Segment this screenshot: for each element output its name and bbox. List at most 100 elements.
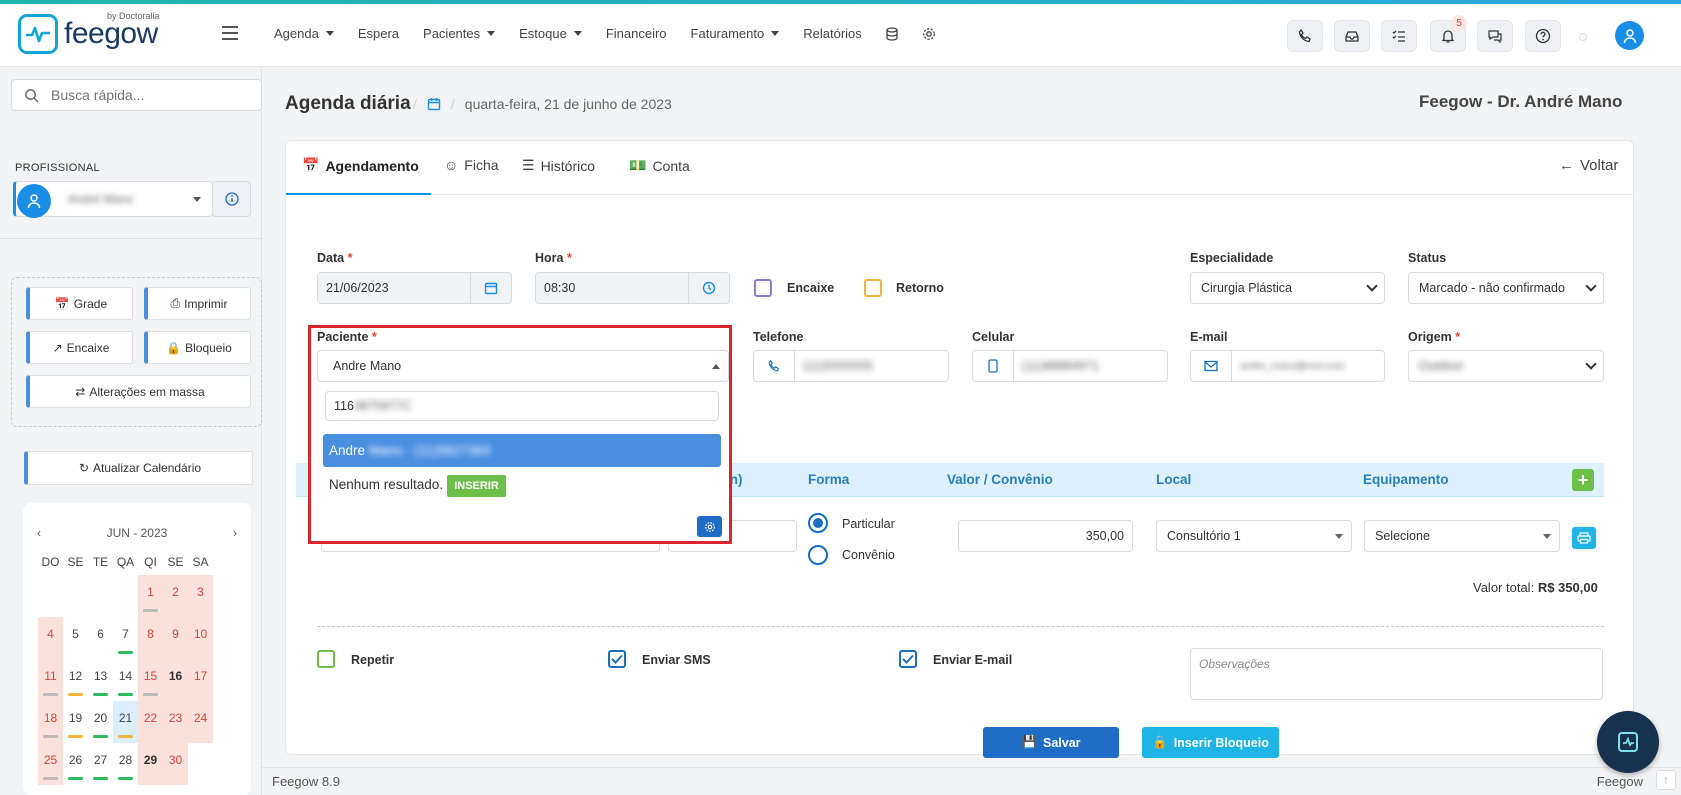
nav-pacientes[interactable]: Pacientes [423, 26, 496, 41]
calendar-day[interactable]: 4 [38, 617, 63, 659]
database-icon[interactable] [886, 26, 898, 41]
calendar-day[interactable]: 7 [113, 617, 138, 659]
bloqueio-button[interactable]: 🔒 Bloqueio [144, 331, 251, 364]
calendar-day[interactable]: 15 [138, 659, 163, 701]
user-avatar[interactable] [1615, 21, 1644, 50]
especialidade-select[interactable]: Cirurgia Plástica [1190, 272, 1385, 304]
repetir-checkbox[interactable] [317, 650, 335, 668]
nav-faturamento[interactable]: Faturamento [691, 26, 780, 41]
calendar-day[interactable]: 2 [163, 575, 188, 617]
telefone-value: (11)5555555 [803, 359, 873, 373]
tasks-button[interactable] [1381, 20, 1417, 52]
column-header: Forma [808, 472, 850, 487]
notifications-button[interactable]: 5 [1430, 15, 1467, 52]
hora-input[interactable]: 08:30 [535, 272, 689, 304]
quick-search[interactable] [11, 79, 262, 111]
scroll-top-button[interactable]: ↑ [1656, 770, 1676, 790]
calendar-day[interactable]: 27 [88, 743, 113, 785]
nav-estoque[interactable]: Estoque [519, 26, 582, 41]
nav-relatorios[interactable]: Relatórios [803, 26, 862, 41]
calendar-day[interactable]: 20 [88, 701, 113, 743]
calendar-day[interactable]: 9 [163, 617, 188, 659]
tab-historico[interactable]: ☰ Histórico [522, 157, 595, 174]
profissional-info-button[interactable] [212, 181, 251, 217]
local-select[interactable]: Consultório 1 [1156, 520, 1352, 552]
nav-financeiro[interactable]: Financeiro [606, 26, 667, 41]
salvar-button[interactable]: 💾 Salvar [983, 727, 1119, 758]
alteracoes-button[interactable]: ⇄ Alterações em massa [26, 375, 251, 408]
calendar-day[interactable]: 3 [188, 575, 213, 617]
support-chat-button[interactable] [1597, 711, 1659, 773]
calendar-day[interactable]: 1 [138, 575, 163, 617]
valor-input[interactable]: 350,00 [958, 520, 1133, 552]
email-checkbox[interactable] [899, 650, 917, 668]
atualizar-calendario-button[interactable]: ↻ Atualizar Calendário [24, 451, 253, 485]
button-label: Atualizar Calendário [93, 461, 202, 475]
tab-conta[interactable]: 💵 Conta [629, 157, 690, 174]
encaixe-button[interactable]: ↗ Encaixe [26, 331, 133, 364]
inbox-button[interactable] [1334, 20, 1370, 52]
back-button[interactable]: ← Voltar [1559, 157, 1618, 174]
textarea-placeholder: Observações [1199, 657, 1270, 671]
time-picker-button[interactable] [688, 272, 730, 304]
calendar-day[interactable]: 6 [88, 617, 113, 659]
calendar-day[interactable]: 23 [163, 701, 188, 743]
calendar-day[interactable]: 8 [138, 617, 163, 659]
calendar-day[interactable]: 25 [38, 743, 63, 785]
equipamento-select[interactable]: Selecione [1364, 520, 1560, 552]
email-input[interactable]: andre_mano@mor.com [1231, 350, 1385, 382]
calendar-day[interactable]: 18 [38, 701, 63, 743]
calendar-day[interactable]: 24 [188, 701, 213, 743]
help-button[interactable] [1525, 20, 1561, 52]
telefone-input[interactable]: (11)5555555 [794, 350, 949, 382]
email-label: E-mail [1190, 330, 1228, 344]
date-picker-button[interactable] [470, 272, 512, 304]
phone-button[interactable] [1287, 20, 1323, 52]
gear-icon[interactable] [922, 27, 936, 41]
nav-espera[interactable]: Espera [358, 26, 399, 41]
add-procedure-button[interactable]: + [1572, 469, 1594, 491]
calendar-day[interactable]: 28 [113, 743, 138, 785]
calendar-day[interactable]: 30 [163, 743, 188, 785]
profissional-label: PROFISSIONAL [15, 162, 100, 174]
convenio-radio[interactable] [808, 545, 828, 565]
calendar-day[interactable]: 29 [138, 743, 163, 785]
calendar-day[interactable]: 5 [63, 617, 88, 659]
calendar-day[interactable]: 17 [188, 659, 213, 701]
retorno-checkbox[interactable] [864, 279, 882, 297]
chat-button[interactable] [1477, 20, 1513, 52]
grade-button[interactable]: 📅 Grade [26, 287, 133, 320]
particular-radio[interactable] [808, 513, 828, 533]
nav-agenda[interactable]: Agenda [274, 26, 334, 41]
observacoes-textarea[interactable]: Observações [1190, 648, 1603, 700]
encaixe-checkbox[interactable] [754, 279, 772, 297]
next-month-icon[interactable]: › [233, 526, 237, 540]
inbox-icon [1345, 31, 1359, 42]
data-input[interactable]: 21/06/2023 [317, 272, 471, 304]
calendar-day[interactable]: 11 [38, 659, 63, 701]
celular-input[interactable]: (11)98884971 [1013, 350, 1168, 382]
origem-select[interactable]: Outdoor [1408, 350, 1604, 382]
tab-agendamento[interactable]: 📅 Agendamento [302, 157, 419, 174]
calendar-day[interactable]: 13 [88, 659, 113, 701]
tab-ficha[interactable]: ☺ Ficha [444, 157, 499, 173]
status-select[interactable]: Marcado - não confirmado [1408, 272, 1604, 304]
calendar-day[interactable]: 22 [138, 701, 163, 743]
calendar-day[interactable]: 16 [163, 659, 188, 701]
sms-checkbox[interactable] [608, 650, 626, 668]
calendar-icon[interactable] [427, 97, 441, 111]
prev-month-icon[interactable]: ‹ [37, 526, 41, 540]
calendar-day[interactable]: 21 [113, 701, 138, 743]
menu-toggle-icon[interactable] [222, 26, 238, 40]
calendar-day[interactable]: 19 [63, 701, 88, 743]
calendar-day[interactable]: 14 [113, 659, 138, 701]
calendar-day[interactable]: 26 [63, 743, 88, 785]
imprimir-button[interactable]: ⎙ Imprimir [144, 287, 251, 320]
calendar-day-number: 1 [147, 585, 154, 599]
search-input[interactable] [51, 87, 241, 103]
calendar-day[interactable]: 12 [63, 659, 88, 701]
inserir-bloqueio-button[interactable]: 🔒 Inserir Bloqueio [1142, 727, 1279, 758]
calendar-day[interactable]: 10 [188, 617, 213, 659]
feegow-logo[interactable]: feegow by Doctoralia [18, 11, 160, 54]
print-procedure-button[interactable] [1572, 527, 1596, 549]
